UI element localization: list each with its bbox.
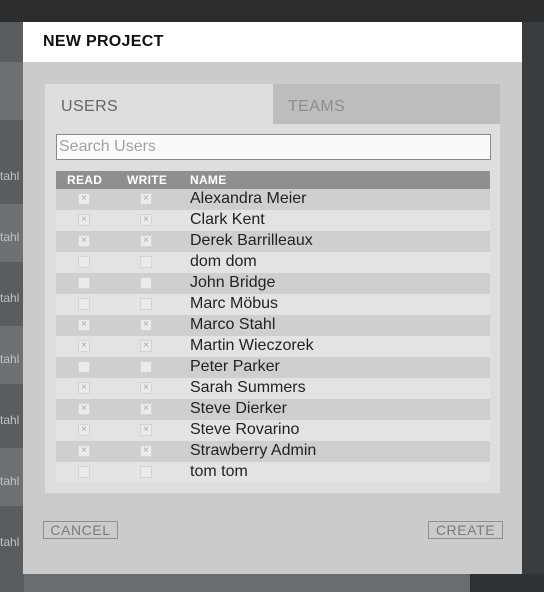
background-topbar: [0, 0, 544, 22]
read-checkbox[interactable]: [78, 256, 90, 268]
write-checkbox-checked[interactable]: ×: [140, 424, 152, 436]
user-name: Clark Kent: [190, 211, 265, 228]
write-checkbox[interactable]: [140, 466, 152, 478]
user-row: × × Martin Wieczorek: [56, 336, 490, 357]
user-row: Peter Parker: [56, 357, 490, 378]
column-header-name: NAME: [190, 173, 227, 187]
background-row-text: tahl: [0, 474, 20, 488]
dialog-header: NEW PROJECT: [23, 22, 522, 62]
new-project-dialog: NEW PROJECT USERS TEAMS READ WRITE NAME …: [23, 22, 522, 574]
tab-teams[interactable]: TEAMS: [273, 84, 500, 124]
user-row: × × Steve Dierker: [56, 399, 490, 420]
search-users-input[interactable]: [56, 134, 491, 160]
user-name: Derek Barrilleaux: [190, 232, 313, 249]
write-checkbox[interactable]: [140, 277, 152, 289]
read-checkbox-checked[interactable]: ×: [78, 340, 90, 352]
user-row: × × Marco Stahl: [56, 315, 490, 336]
user-name: John Bridge: [190, 274, 276, 291]
read-checkbox[interactable]: [78, 277, 90, 289]
column-header-read: READ: [67, 173, 103, 187]
user-name: Martin Wieczorek: [190, 337, 314, 354]
user-row: Marc Möbus: [56, 294, 490, 315]
write-checkbox-checked[interactable]: ×: [140, 445, 152, 457]
background-right-pane: [522, 22, 544, 592]
write-checkbox-checked[interactable]: ×: [140, 214, 152, 226]
read-checkbox-checked[interactable]: ×: [78, 214, 90, 226]
user-row: John Bridge: [56, 273, 490, 294]
write-checkbox-checked[interactable]: ×: [140, 319, 152, 331]
cancel-button[interactable]: CANCEL: [43, 521, 118, 539]
users-table-header: READ WRITE NAME: [56, 171, 490, 189]
background-row-text: tahl: [0, 535, 20, 549]
write-checkbox[interactable]: [140, 361, 152, 373]
background-row-text: tahl: [0, 230, 20, 244]
user-name: Alexandra Meier: [190, 190, 307, 207]
write-checkbox-checked[interactable]: ×: [140, 235, 152, 247]
user-row: × × Clark Kent: [56, 210, 490, 231]
read-checkbox[interactable]: [78, 298, 90, 310]
user-name: Strawberry Admin: [190, 442, 317, 459]
read-checkbox[interactable]: [78, 466, 90, 478]
write-checkbox[interactable]: [140, 256, 152, 268]
user-name: Steve Dierker: [190, 400, 287, 417]
column-header-write: WRITE: [127, 173, 168, 187]
permissions-panel: USERS TEAMS READ WRITE NAME × × Alexandra …: [45, 84, 500, 493]
write-checkbox-checked[interactable]: ×: [140, 193, 152, 205]
background-row-text: tahl: [0, 352, 20, 366]
user-row: × × Alexandra Meier: [56, 189, 490, 210]
tab-users[interactable]: USERS: [45, 84, 273, 124]
read-checkbox[interactable]: [78, 361, 90, 373]
user-row: dom dom: [56, 252, 490, 273]
background-bottom-corner: [470, 574, 544, 592]
user-row: tom tom: [56, 462, 490, 483]
create-button[interactable]: CREATE: [428, 521, 503, 539]
user-name: tom tom: [190, 463, 248, 480]
write-checkbox-checked[interactable]: ×: [140, 340, 152, 352]
user-name: Marc Möbus: [190, 295, 279, 312]
user-name: Sarah Summers: [190, 379, 306, 396]
user-name: Peter Parker: [190, 358, 280, 375]
user-row: × × Steve Rovarino: [56, 420, 490, 441]
read-checkbox-checked[interactable]: ×: [78, 403, 90, 415]
read-checkbox-checked[interactable]: ×: [78, 319, 90, 331]
read-checkbox-checked[interactable]: ×: [78, 193, 90, 205]
users-table-body: × × Alexandra Meier × × Clark Kent × × Derek Bar…: [56, 189, 490, 483]
user-row: × × Strawberry Admin: [56, 441, 490, 462]
write-checkbox[interactable]: [140, 298, 152, 310]
background-row-text: tahl: [0, 169, 20, 183]
user-name: dom dom: [190, 253, 257, 270]
read-checkbox-checked[interactable]: ×: [78, 382, 90, 394]
write-checkbox-checked[interactable]: ×: [140, 403, 152, 415]
user-row: × × Sarah Summers: [56, 378, 490, 399]
read-checkbox-checked[interactable]: ×: [78, 424, 90, 436]
user-row: × × Derek Barrilleaux: [56, 231, 490, 252]
user-name: Marco Stahl: [190, 316, 276, 333]
dialog-title: NEW PROJECT: [43, 33, 164, 50]
write-checkbox-checked[interactable]: ×: [140, 382, 152, 394]
background-row-text: tahl: [0, 291, 20, 305]
background-bottom-bar: [24, 574, 522, 592]
read-checkbox-checked[interactable]: ×: [78, 445, 90, 457]
user-name: Steve Rovarino: [190, 421, 300, 438]
read-checkbox-checked[interactable]: ×: [78, 235, 90, 247]
background-row-text: tahl: [0, 413, 20, 427]
tab-users-label: USERS: [61, 98, 119, 115]
tab-teams-label: TEAMS: [288, 98, 346, 115]
background-row: [0, 62, 24, 120]
